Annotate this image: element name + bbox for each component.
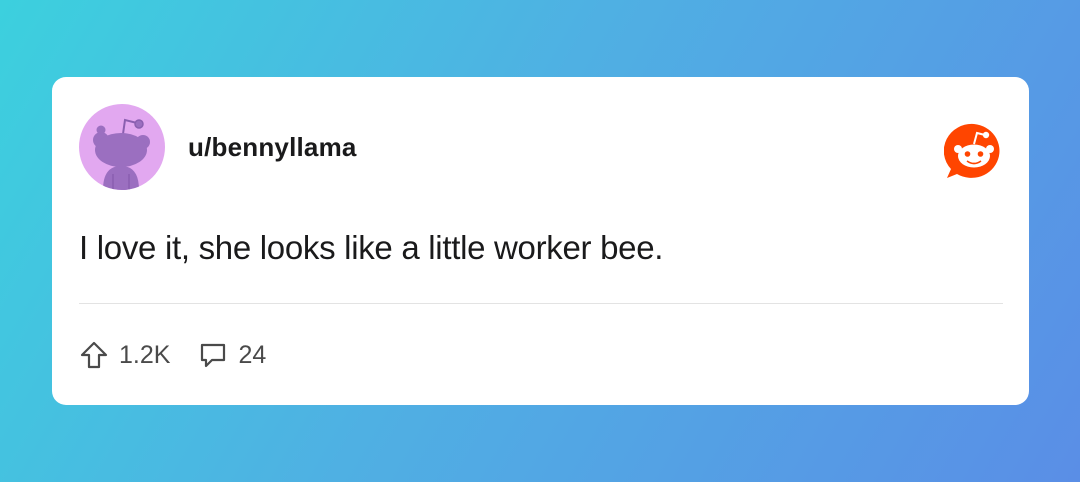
comment-card: u/bennyllama I love it, she looks like a… — [52, 77, 1029, 405]
comment-bubble-icon — [201, 343, 226, 368]
upvote-arrow-icon — [80, 341, 108, 369]
comment-text: I love it, she looks like a little worke… — [79, 229, 664, 266]
user-avatar[interactable] — [79, 104, 165, 190]
snoo-avatar-icon — [93, 118, 150, 190]
comment-count: 24 — [238, 340, 267, 369]
reddit-logo-icon — [944, 122, 1004, 180]
comments-button[interactable]: 24 — [198, 340, 266, 370]
username[interactable]: u/bennyllama — [188, 132, 357, 163]
divider — [79, 303, 1003, 304]
upvote-count: 1.2K — [119, 340, 171, 369]
action-bar: 1.2K 24 — [79, 337, 266, 373]
upvote-button[interactable]: 1.2K — [79, 340, 170, 370]
